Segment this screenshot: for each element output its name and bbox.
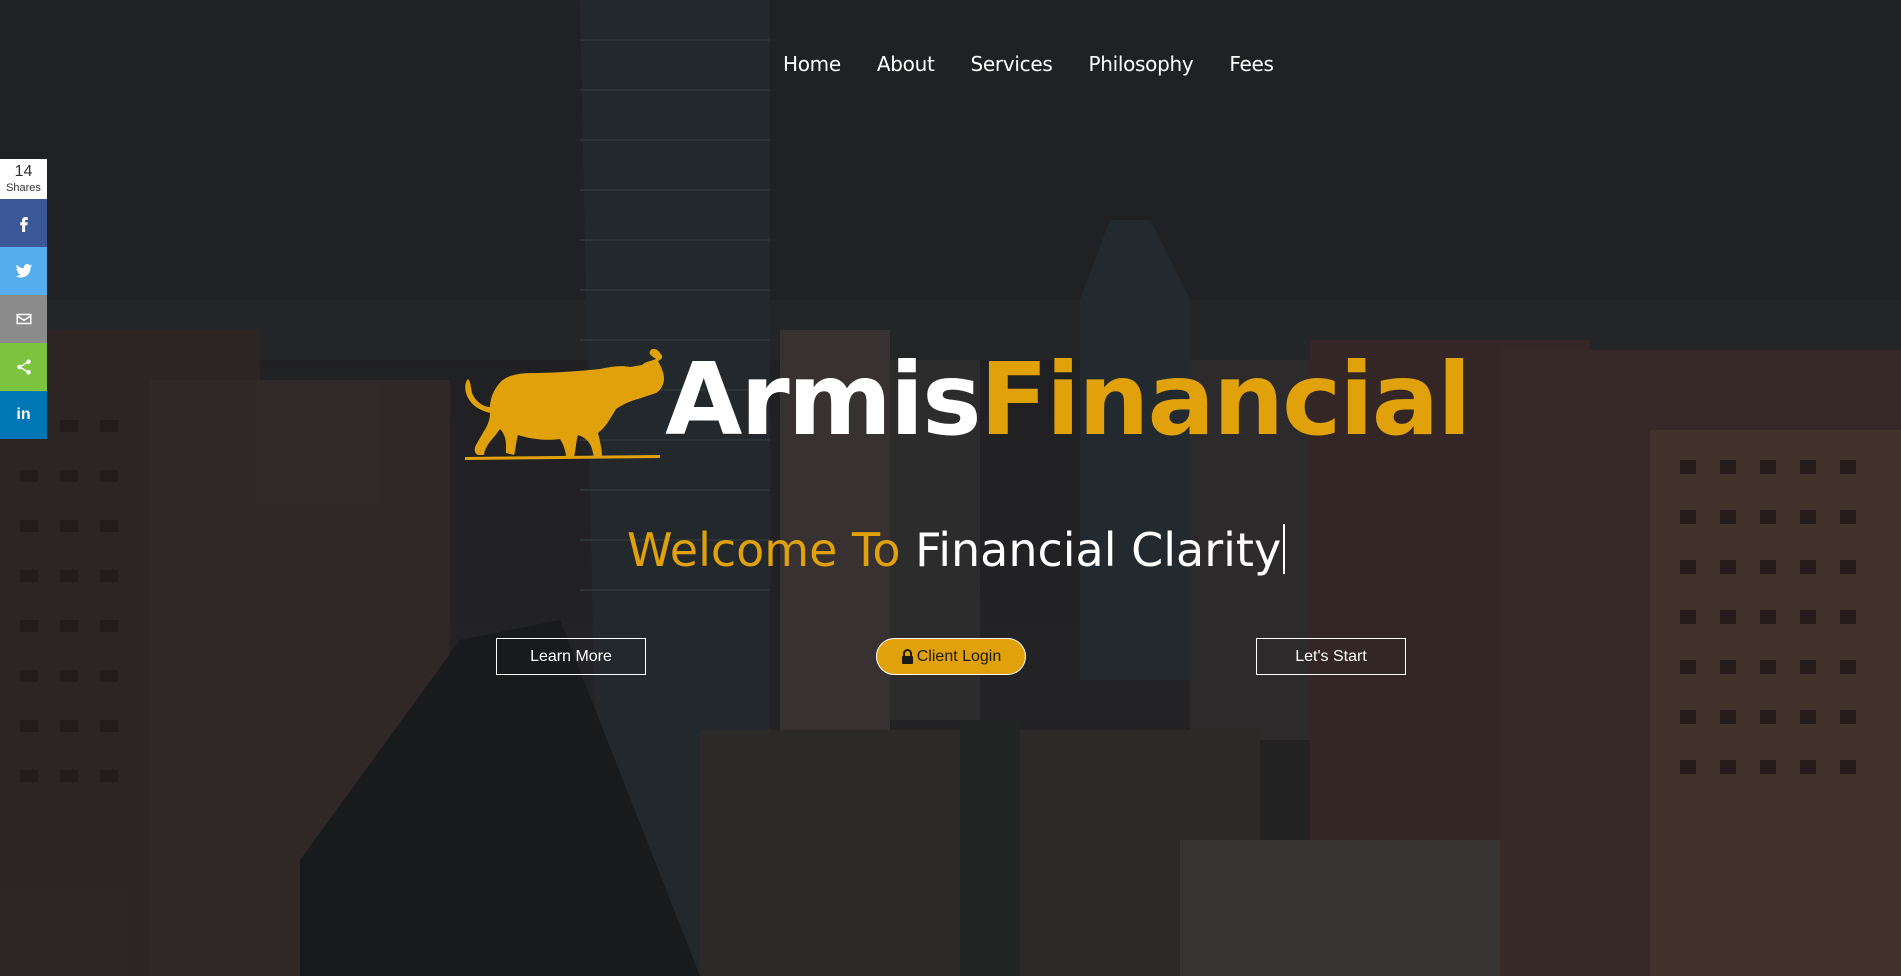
page: Home About Services Philosophy Fees 14 S… <box>0 0 1901 976</box>
facebook-icon <box>19 217 28 232</box>
facebook-share-button[interactable] <box>0 199 47 247</box>
linkedin-share-button[interactable]: in <box>0 391 47 439</box>
background-overlay <box>0 0 1901 976</box>
nav-services[interactable]: Services <box>971 52 1053 76</box>
twitter-share-button[interactable] <box>0 247 47 295</box>
nav-philosophy[interactable]: Philosophy <box>1088 52 1193 76</box>
linkedin-icon: in <box>16 406 31 423</box>
share-count: 14 Shares <box>0 159 47 199</box>
twitter-icon <box>15 264 32 278</box>
bull-icon <box>465 348 664 460</box>
hero-headline: Welcome To Financial Clarity <box>627 522 1286 578</box>
lets-start-button[interactable]: Let's Start <box>1256 638 1406 675</box>
email-share-button[interactable] <box>0 295 47 343</box>
share-count-label: Shares <box>6 182 41 194</box>
brand-logo[interactable]: ArmisFinancial <box>460 345 1471 465</box>
nav-home[interactable]: Home <box>783 52 841 76</box>
nav-about[interactable]: About <box>877 52 935 76</box>
nav-fees[interactable]: Fees <box>1229 52 1274 76</box>
typing-cursor <box>1283 524 1286 574</box>
learn-more-button[interactable]: Learn More <box>496 638 646 675</box>
client-login-label: Client Login <box>916 647 1002 665</box>
logo-text: ArmisFinancial <box>665 345 1471 455</box>
logo-text-armis: Armis <box>665 341 982 458</box>
headline-welcome-to: Welcome To <box>627 523 901 577</box>
lock-icon <box>901 649 913 664</box>
generic-share-button[interactable] <box>0 343 47 391</box>
logo-text-financial: Financial <box>979 341 1472 458</box>
client-login-button[interactable]: Client Login <box>876 638 1026 675</box>
share-sidebar: 14 Shares in <box>0 159 47 439</box>
share-icon <box>16 359 31 375</box>
headline-financial-clarity: Financial Clarity <box>915 523 1282 577</box>
email-icon <box>16 313 31 325</box>
share-count-number: 14 <box>14 163 33 180</box>
